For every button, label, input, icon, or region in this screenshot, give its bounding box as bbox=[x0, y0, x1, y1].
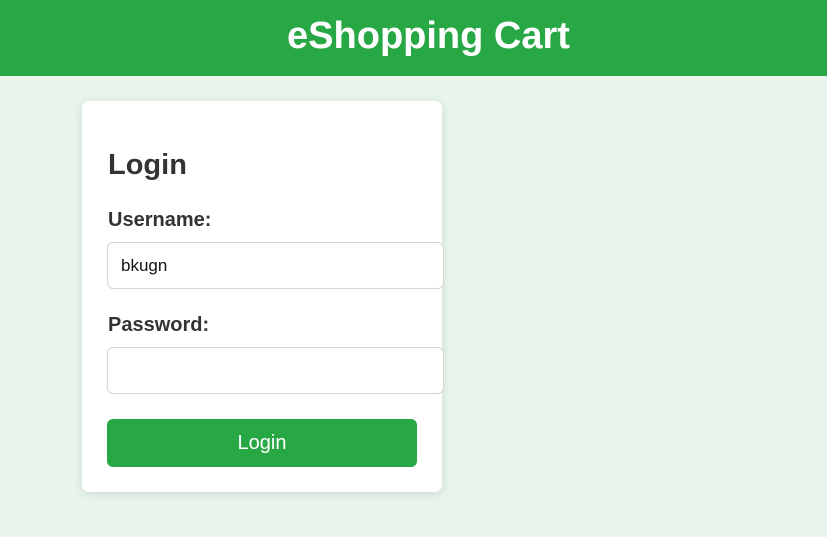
password-label: Password: bbox=[108, 314, 210, 336]
username-input[interactable] bbox=[107, 242, 444, 289]
login-button[interactable]: Login bbox=[107, 419, 417, 467]
password-input[interactable] bbox=[107, 347, 444, 394]
app-title: eShopping Cart bbox=[287, 14, 570, 57]
username-label: Username: bbox=[108, 209, 212, 231]
login-heading: Login bbox=[108, 149, 187, 181]
login-card: Login Username: Password: Login bbox=[82, 101, 444, 492]
app-header: eShopping Cart bbox=[0, 0, 827, 76]
